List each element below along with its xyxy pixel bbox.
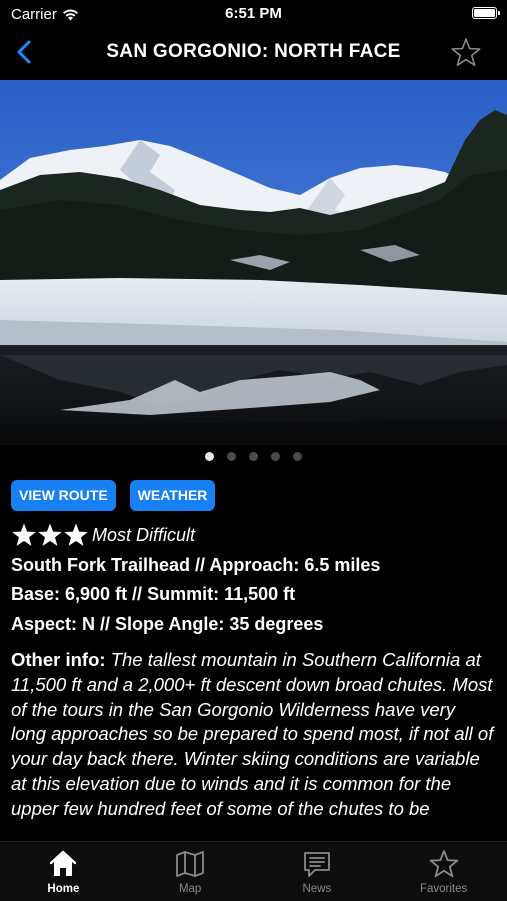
weather-button[interactable]: WEATHER	[129, 480, 216, 511]
action-buttons: VIEW ROUTE WEATHER	[11, 480, 216, 511]
page-dot-4[interactable]	[271, 452, 280, 461]
map-icon	[176, 851, 205, 877]
tab-map[interactable]: Map	[127, 842, 254, 901]
home-icon	[50, 850, 77, 876]
tab-label: Favorites	[419, 883, 468, 895]
back-chevron-icon[interactable]	[12, 38, 40, 66]
page-dot-2[interactable]	[227, 452, 236, 461]
tab-label: Map	[178, 883, 202, 895]
elevation-info: Base: 6,900 ft // Summit: 11,500 ft	[11, 584, 296, 604]
page-dot-3[interactable]	[249, 452, 258, 461]
star-icon	[38, 523, 62, 546]
news-icon	[303, 852, 330, 877]
battery-icon	[472, 7, 500, 19]
tab-label: Home	[47, 883, 80, 895]
star-icon	[12, 523, 36, 546]
difficulty-rating: Most Difficult	[11, 521, 195, 549]
page-indicator[interactable]	[0, 452, 507, 464]
favorite-star-icon[interactable]	[449, 36, 483, 70]
mountain-lake-photo	[0, 80, 507, 445]
difficulty-label: Most Difficult	[92, 524, 196, 545]
tab-label: News	[302, 883, 332, 895]
status-bar: Carrier 6:51 PM	[0, 0, 507, 30]
page-dot-1[interactable]	[205, 452, 214, 461]
tab-news[interactable]: News	[254, 842, 381, 901]
page-title: SAN GORGONIO: NORTH FACE	[106, 41, 401, 62]
tab-favorites[interactable]: Favorites	[380, 842, 507, 901]
photo-gallery[interactable]	[0, 80, 507, 445]
status-time: 6:51 PM	[225, 5, 282, 22]
trailhead-info: South Fork Trailhead // Approach: 6.5 mi…	[11, 555, 381, 575]
star-icon	[64, 523, 88, 546]
star-icon	[429, 850, 458, 878]
navigation-bar: SAN GORGONIO: NORTH FACE	[0, 30, 507, 78]
tab-bar: Home Map News Favorites	[0, 841, 507, 901]
aspect-info: Aspect: N // Slope Angle: 35 degrees	[11, 614, 324, 634]
other-info-label: Other info:	[11, 649, 106, 670]
page-dot-5[interactable]	[293, 452, 302, 461]
view-route-button[interactable]: VIEW ROUTE	[11, 480, 116, 511]
other-info: Other info: The tallest mountain in Sout…	[11, 648, 495, 842]
tab-home[interactable]: Home	[0, 842, 127, 901]
other-info-text: The tallest mountain in Southern Califor…	[11, 649, 494, 819]
